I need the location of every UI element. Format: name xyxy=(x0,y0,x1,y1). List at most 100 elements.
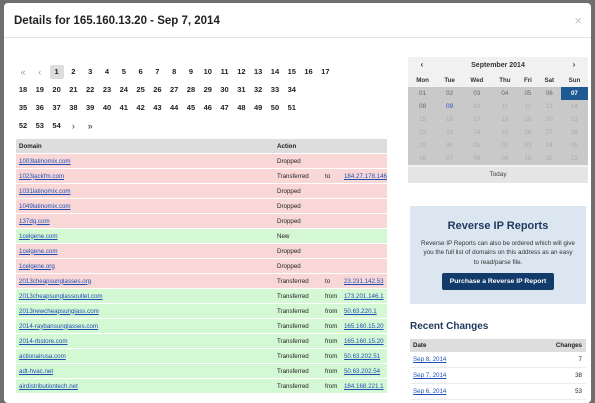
page-link[interactable]: 48 xyxy=(234,101,248,115)
page-link[interactable]: 19 xyxy=(33,83,47,97)
domain-link[interactable]: 2013newcheapsunglass.com xyxy=(19,308,99,315)
domain-link[interactable]: adt-hvac.net xyxy=(19,368,53,375)
calendar-day[interactable]: 19 xyxy=(518,113,538,126)
calendar-day[interactable]: 22 xyxy=(408,126,437,139)
page-link[interactable]: 10 xyxy=(201,65,215,79)
domain-link[interactable]: 1celgene.com xyxy=(19,233,58,240)
today-button[interactable]: Today xyxy=(408,167,588,183)
page-link[interactable]: 54 xyxy=(50,119,64,133)
page-link[interactable]: 32 xyxy=(251,83,265,97)
ip-link[interactable]: 184.168.221.1 xyxy=(344,383,384,390)
calendar-prev-button[interactable]: ‹ xyxy=(414,59,430,71)
page-link[interactable]: 31 xyxy=(234,83,248,97)
calendar-day[interactable]: 06 xyxy=(408,152,437,165)
calendar-day[interactable]: 30 xyxy=(437,139,462,152)
calendar-day[interactable]: 20 xyxy=(538,113,561,126)
calendar-day[interactable]: 08 xyxy=(408,100,437,113)
page-link[interactable]: 41 xyxy=(117,101,131,115)
calendar-day[interactable]: 12 xyxy=(561,152,588,165)
ip-link[interactable]: 165.160.15.20 xyxy=(344,338,384,345)
page-link[interactable]: 28 xyxy=(184,83,198,97)
page-link[interactable]: 51 xyxy=(285,101,299,115)
ip-link[interactable]: 23.231.142.53 xyxy=(344,278,384,285)
domain-link[interactable]: 1003latinomix.com xyxy=(19,158,71,165)
page-link[interactable]: 22 xyxy=(83,83,97,97)
page-link[interactable]: 40 xyxy=(100,101,114,115)
page-link[interactable]: 23 xyxy=(100,83,114,97)
calendar-day[interactable]: 15 xyxy=(408,113,437,126)
domain-link[interactable]: 2014-raybansunglasses.com xyxy=(19,323,98,330)
calendar-day[interactable]: 28 xyxy=(561,126,588,139)
calendar-day[interactable]: 06 xyxy=(538,87,561,100)
page-link[interactable]: 30 xyxy=(218,83,232,97)
calendar-day[interactable]: 24 xyxy=(462,126,492,139)
page-link[interactable]: 52 xyxy=(16,119,30,133)
calendar-day[interactable]: 11 xyxy=(538,152,561,165)
calendar-day[interactable]: 29 xyxy=(408,139,437,152)
prev-page-button[interactable]: ‹ xyxy=(33,65,47,79)
page-link[interactable]: 43 xyxy=(150,101,164,115)
calendar-day[interactable]: 14 xyxy=(561,100,588,113)
page-link[interactable]: 15 xyxy=(285,65,299,79)
calendar-day[interactable]: 25 xyxy=(492,126,518,139)
domain-link[interactable]: 2013cheapsunglassoutlet.com xyxy=(19,293,103,300)
calendar-day[interactable]: 08 xyxy=(462,152,492,165)
page-link[interactable]: 25 xyxy=(134,83,148,97)
calendar-day[interactable]: 09 xyxy=(492,152,518,165)
page-link[interactable]: 29 xyxy=(201,83,215,97)
page-link[interactable]: 20 xyxy=(50,83,64,97)
page-link[interactable]: 24 xyxy=(117,83,131,97)
domain-link[interactable]: 1celgene.com xyxy=(19,248,58,255)
page-link[interactable]: 21 xyxy=(66,83,80,97)
calendar-day[interactable]: 04 xyxy=(538,139,561,152)
date-link[interactable]: Sep 6, 2014 xyxy=(413,388,446,395)
domain-link[interactable]: 1031latinomix.com xyxy=(19,188,71,195)
page-link[interactable]: 47 xyxy=(218,101,232,115)
calendar-day[interactable]: 13 xyxy=(538,100,561,113)
calendar-day[interactable]: 12 xyxy=(518,100,538,113)
calendar-day[interactable]: 26 xyxy=(518,126,538,139)
calendar-day[interactable]: 10 xyxy=(462,100,492,113)
page-link[interactable]: 14 xyxy=(268,65,282,79)
page-link[interactable]: 7 xyxy=(150,65,164,79)
calendar-day[interactable]: 10 xyxy=(518,152,538,165)
calendar-day[interactable]: 27 xyxy=(538,126,561,139)
calendar-day[interactable]: 21 xyxy=(561,113,588,126)
page-link[interactable]: 12 xyxy=(234,65,248,79)
page-link[interactable]: 13 xyxy=(251,65,265,79)
page-link[interactable]: 38 xyxy=(66,101,80,115)
page-link[interactable]: 46 xyxy=(201,101,215,115)
page-link[interactable]: 8 xyxy=(167,65,181,79)
page-link[interactable]: 27 xyxy=(167,83,181,97)
purchase-reverse-ip-button[interactable]: Purchase a Reverse IP Report xyxy=(441,273,555,291)
calendar-day[interactable]: 03 xyxy=(518,139,538,152)
ip-link[interactable]: 50.63.202.54 xyxy=(344,368,380,375)
calendar-next-button[interactable]: › xyxy=(566,59,582,71)
page-link[interactable]: 34 xyxy=(285,83,299,97)
page-link[interactable]: 2 xyxy=(66,65,80,79)
first-page-button[interactable]: « xyxy=(16,65,30,79)
page-link[interactable]: 33 xyxy=(268,83,282,97)
ip-link[interactable]: 50.63.220.1 xyxy=(344,308,377,315)
page-link[interactable]: 53 xyxy=(33,119,47,133)
domain-link[interactable]: actionairusa.com xyxy=(19,353,66,360)
page-link[interactable]: 3 xyxy=(83,65,97,79)
calendar-day[interactable]: 02 xyxy=(437,87,462,100)
calendar-day[interactable]: 04 xyxy=(492,87,518,100)
page-link[interactable]: 17 xyxy=(318,65,332,79)
page-link[interactable]: 6 xyxy=(134,65,148,79)
calendar-day[interactable]: 11 xyxy=(492,100,518,113)
calendar-day[interactable]: 07 xyxy=(560,87,588,100)
calendar-day[interactable]: 05 xyxy=(561,139,588,152)
last-page-button[interactable]: » xyxy=(83,119,97,133)
page-link[interactable]: 36 xyxy=(33,101,47,115)
page-link[interactable]: 9 xyxy=(184,65,198,79)
calendar-day[interactable]: 23 xyxy=(437,126,462,139)
domain-link[interactable]: 1celgene.org xyxy=(19,263,55,270)
page-link[interactable]: 4 xyxy=(100,65,114,79)
page-link[interactable]: 11 xyxy=(218,65,232,79)
page-link[interactable]: 39 xyxy=(83,101,97,115)
domain-link[interactable]: 137dg.com xyxy=(19,218,50,225)
page-link[interactable]: 44 xyxy=(167,101,181,115)
ip-link[interactable]: 173.201.146.1 xyxy=(344,293,384,300)
